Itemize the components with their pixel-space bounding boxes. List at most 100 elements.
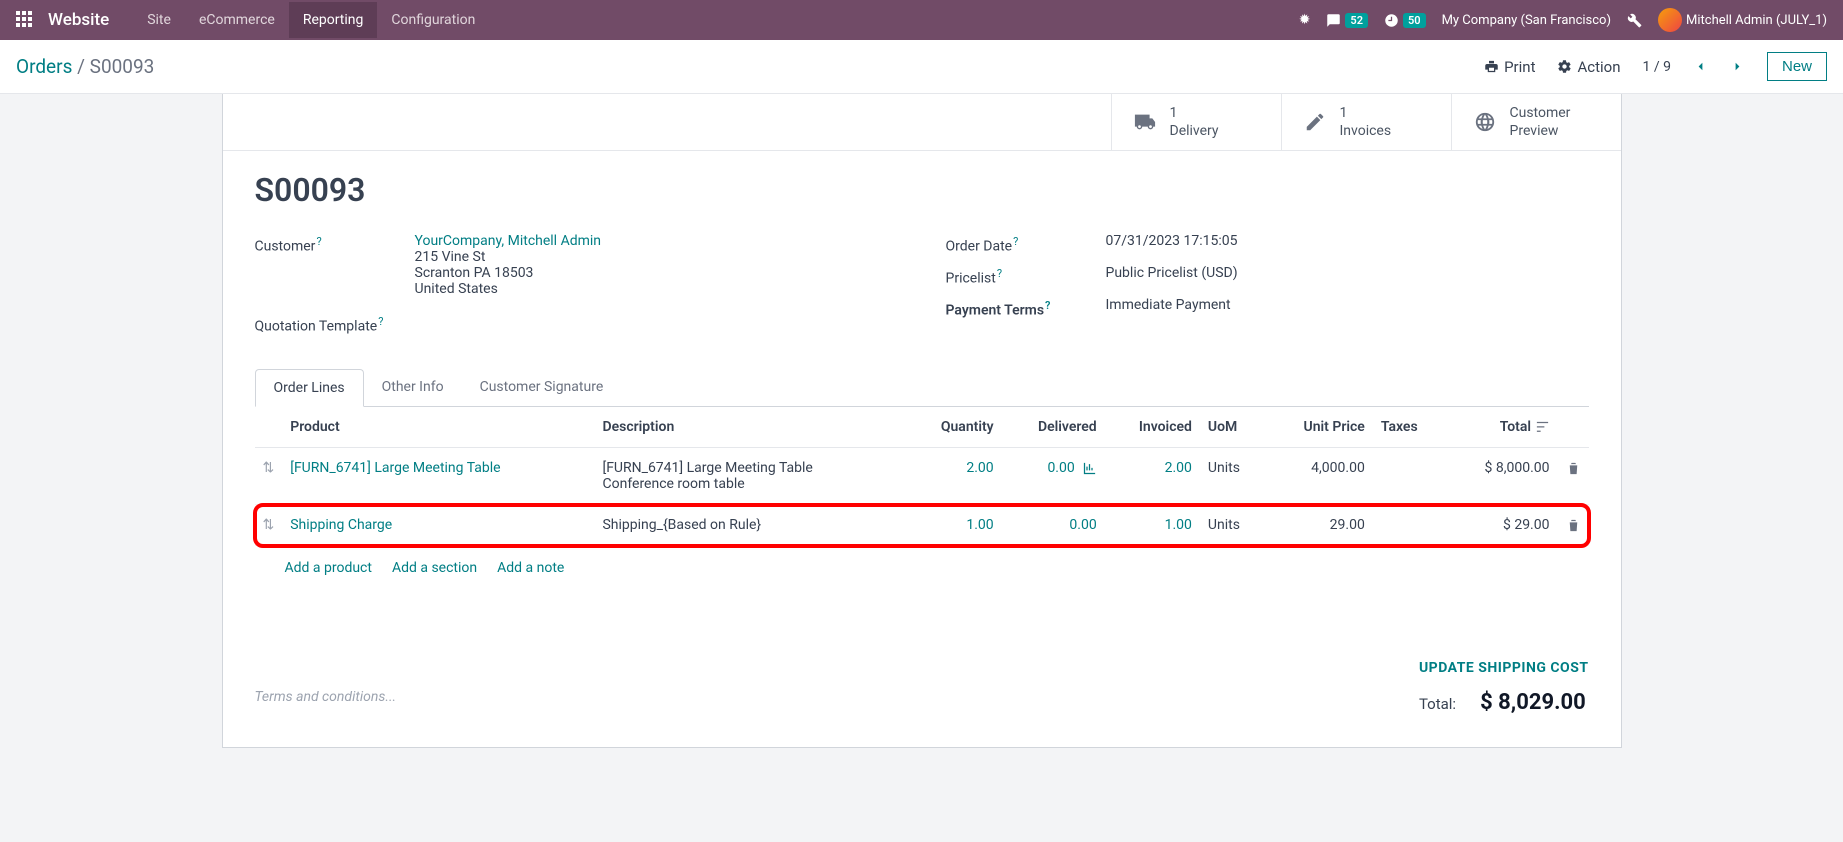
cell-quantity[interactable]: 2.00 — [907, 448, 1002, 505]
cell-taxes[interactable] — [1373, 448, 1446, 505]
cell-description[interactable]: [FURN_6741] Large Meeting TableConferenc… — [594, 448, 906, 505]
drag-handle-icon[interactable]: ⇅ — [255, 448, 283, 505]
adjust-icon[interactable] — [1535, 420, 1550, 435]
customer-label: Customer? — [255, 233, 415, 255]
right-column: Order Date? 07/31/2023 17:15:05 Pricelis… — [946, 233, 1589, 341]
pricelist-label: Pricelist? — [946, 265, 1106, 287]
clock-icon — [1384, 13, 1399, 28]
tools-icon[interactable] — [1627, 12, 1642, 28]
chevron-right-icon — [1730, 59, 1745, 74]
order-date-label: Order Date? — [946, 233, 1106, 255]
table-row[interactable]: ⇅Shipping ChargeShipping_{Based on Rule}… — [255, 505, 1589, 546]
print-icon — [1484, 59, 1499, 74]
table-row[interactable]: ⇅[FURN_6741] Large Meeting Table[FURN_67… — [255, 448, 1589, 505]
globe-icon — [1474, 111, 1496, 133]
messages-count: 52 — [1345, 13, 1368, 28]
chart-icon[interactable] — [1082, 461, 1097, 476]
customer-link[interactable]: YourCompany, Mitchell Admin — [415, 233, 602, 249]
stat-invoices[interactable]: 1Invoices — [1281, 94, 1451, 150]
cell-description[interactable]: Shipping_{Based on Rule} — [594, 505, 906, 546]
help-icon[interactable]: ? — [316, 235, 321, 248]
payment-terms-label: Payment Terms? — [946, 297, 1106, 319]
breadcrumb-parent[interactable]: Orders — [16, 55, 72, 78]
th-delivered: Delivered — [1002, 407, 1105, 448]
nav-item-ecommerce[interactable]: eCommerce — [185, 2, 289, 38]
quotation-template-label: Quotation Template? — [255, 313, 415, 335]
totals-block: UPDATE SHIPPING COST Total: $ 8,029.00 — [1419, 660, 1589, 715]
company-switcher[interactable]: My Company (San Francisco) — [1442, 13, 1611, 28]
order-lines-table: Product Description Quantity Delivered I… — [255, 407, 1589, 546]
total-value: $ 8,029.00 — [1480, 690, 1586, 715]
th-product: Product — [282, 407, 594, 448]
th-total: Total — [1446, 407, 1558, 448]
cell-product[interactable]: Shipping Charge — [282, 505, 594, 546]
stat-button-box: 1Delivery 1Invoices CustomerPreview — [223, 94, 1621, 151]
payment-terms-value: Immediate Payment — [1106, 297, 1589, 313]
pager-prev[interactable] — [1693, 59, 1708, 75]
cell-delivered[interactable]: 0.00 — [1002, 505, 1105, 546]
nav-item-reporting[interactable]: Reporting — [289, 2, 378, 38]
th-description: Description — [594, 407, 906, 448]
cell-unit-price[interactable]: 29.00 — [1266, 505, 1373, 546]
order-date-value: 07/31/2023 17:15:05 — [1106, 233, 1589, 249]
cell-uom[interactable]: Units — [1200, 505, 1266, 546]
messages-button[interactable]: 52 — [1326, 13, 1368, 28]
help-icon[interactable]: ? — [1045, 299, 1050, 312]
cell-taxes[interactable] — [1373, 505, 1446, 546]
help-icon[interactable]: ? — [1013, 235, 1018, 248]
gear-icon — [1557, 59, 1572, 74]
cell-total: $ 29.00 — [1446, 505, 1558, 546]
total-label: Total: — [1419, 695, 1456, 713]
pricelist-value: Public Pricelist (USD) — [1106, 265, 1589, 281]
breadcrumb-sep: / — [77, 55, 90, 78]
breadcrumb-current: S00093 — [90, 55, 155, 78]
stat-customer-preview[interactable]: CustomerPreview — [1451, 94, 1621, 150]
activities-button[interactable]: 50 — [1384, 13, 1426, 28]
nav-item-site[interactable]: Site — [133, 2, 185, 38]
add-note-link[interactable]: Add a note — [497, 560, 564, 576]
cell-invoiced[interactable]: 1.00 — [1105, 505, 1200, 546]
stat-delivery[interactable]: 1Delivery — [1111, 94, 1281, 150]
th-unit-price: Unit Price — [1266, 407, 1373, 448]
new-button[interactable]: New — [1767, 52, 1827, 81]
pager-next[interactable] — [1730, 59, 1745, 75]
pager-text[interactable]: 1 / 9 — [1643, 59, 1671, 75]
address-line-3: United States — [415, 281, 498, 297]
delete-row-icon[interactable] — [1558, 448, 1589, 505]
left-column: Customer? YourCompany, Mitchell Admin 21… — [255, 233, 898, 341]
debug-icon[interactable]: ✹ — [1299, 12, 1311, 28]
nav-item-configuration[interactable]: Configuration — [377, 2, 489, 38]
cell-total: $ 8,000.00 — [1446, 448, 1558, 505]
update-shipping-button[interactable]: UPDATE SHIPPING COST — [1419, 660, 1589, 676]
tab-other-info[interactable]: Other Info — [364, 369, 462, 406]
apps-icon[interactable] — [16, 11, 34, 29]
cell-unit-price[interactable]: 4,000.00 — [1266, 448, 1373, 505]
help-icon[interactable]: ? — [997, 267, 1002, 280]
print-button[interactable]: Print — [1484, 58, 1535, 76]
cell-uom[interactable]: Units — [1200, 448, 1266, 505]
address-line-1: 215 Vine St — [415, 249, 486, 265]
chevron-left-icon — [1693, 59, 1708, 74]
activities-count: 50 — [1403, 13, 1426, 28]
brand-label[interactable]: Website — [48, 10, 109, 30]
control-panel-actions: Print Action 1 / 9 New — [1484, 52, 1827, 81]
user-name: Mitchell Admin (JULY_1) — [1686, 13, 1827, 28]
terms-field[interactable]: Terms and conditions... — [255, 679, 1419, 715]
form-sheet: 1Delivery 1Invoices CustomerPreview S000… — [222, 94, 1622, 748]
cell-delivered[interactable]: 0.00 — [1002, 448, 1105, 505]
user-menu[interactable]: Mitchell Admin (JULY_1) — [1658, 8, 1827, 32]
help-icon[interactable]: ? — [378, 315, 383, 328]
tab-customer-signature[interactable]: Customer Signature — [462, 369, 622, 406]
add-section-link[interactable]: Add a section — [392, 560, 477, 576]
cell-product[interactable]: [FURN_6741] Large Meeting Table — [282, 448, 594, 505]
action-button[interactable]: Action — [1557, 58, 1620, 76]
add-product-link[interactable]: Add a product — [285, 560, 372, 576]
cell-quantity[interactable]: 1.00 — [907, 505, 1002, 546]
delete-row-icon[interactable] — [1558, 505, 1589, 546]
nav-right: ✹ 52 50 My Company (San Francisco) Mitch… — [1299, 8, 1827, 32]
drag-handle-icon[interactable]: ⇅ — [255, 505, 283, 546]
cell-invoiced[interactable]: 2.00 — [1105, 448, 1200, 505]
trash-icon — [1566, 518, 1581, 533]
tab-order-lines[interactable]: Order Lines — [255, 369, 364, 407]
avatar — [1658, 8, 1682, 32]
